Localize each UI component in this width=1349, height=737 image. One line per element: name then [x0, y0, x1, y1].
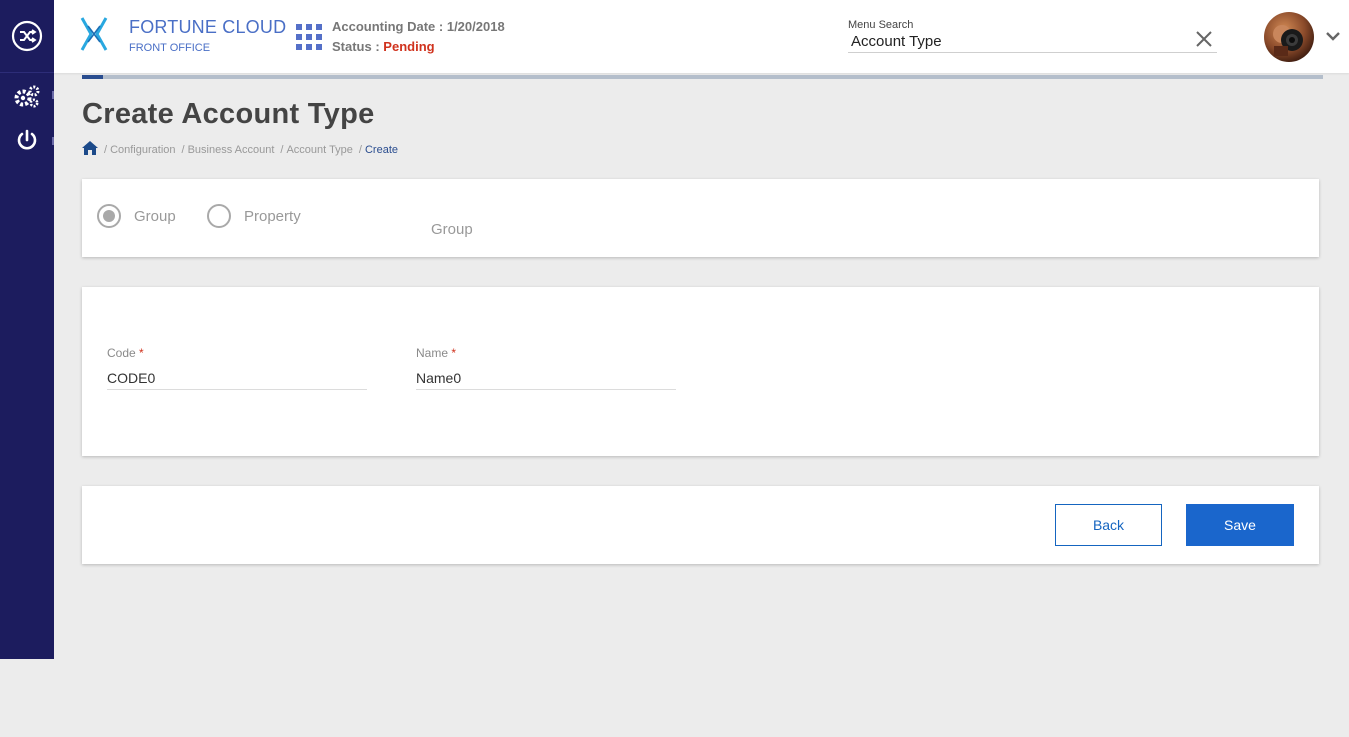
chevron-down-icon — [1326, 32, 1340, 41]
name-label-text: Name — [416, 346, 449, 360]
breadcrumb-separator: / — [104, 143, 108, 156]
radio-group-indicator — [97, 204, 121, 228]
sidebar-indicator — [52, 91, 54, 99]
user-avatar[interactable] — [1264, 12, 1314, 62]
sidebar-item-configuration[interactable] — [0, 75, 54, 117]
name-label: Name * — [416, 346, 456, 360]
required-marker: * — [451, 346, 457, 360]
accounting-date: Accounting Date : 1/20/2018 — [332, 19, 505, 34]
apps-grid-icon — [296, 24, 322, 50]
save-button[interactable]: Save — [1186, 504, 1294, 546]
gears-icon — [14, 85, 40, 108]
radio-property-label: Property — [244, 207, 301, 225]
power-icon — [17, 129, 37, 150]
sidebar-divider — [0, 72, 54, 73]
menu-search-input[interactable] — [848, 30, 1217, 53]
avatar-image — [1264, 12, 1314, 62]
actions-card: Back Save — [82, 486, 1319, 564]
type-selector-card: Group Property Group — [82, 179, 1319, 257]
home-icon — [82, 141, 98, 155]
progress-bar — [82, 75, 1323, 79]
breadcrumb-item-business-account[interactable]: Business Account — [188, 144, 275, 156]
breadcrumb: / Configuration / Business Account / Acc… — [82, 141, 398, 158]
breadcrumb-separator: / — [358, 143, 362, 156]
breadcrumb-separator: / — [181, 143, 185, 156]
breadcrumb-item-configuration[interactable]: Configuration — [110, 144, 175, 156]
radio-property[interactable]: Property — [207, 204, 301, 228]
selected-type-display: Group — [431, 221, 473, 238]
menu-search-clear-button[interactable] — [1195, 30, 1213, 48]
user-menu-toggle[interactable] — [1326, 28, 1340, 46]
shuffle-icon — [11, 20, 43, 52]
name-input[interactable] — [416, 367, 676, 390]
breadcrumb-item-account-type[interactable]: Account Type — [286, 144, 352, 156]
progress-bar-fill — [82, 75, 104, 79]
status-value: Pending — [383, 39, 435, 54]
close-icon — [1196, 31, 1212, 47]
breadcrumb-home[interactable] — [82, 141, 98, 158]
code-label: Code * — [107, 346, 144, 360]
radio-group-label: Group — [134, 207, 176, 225]
breadcrumb-separator: / — [280, 143, 284, 156]
radio-property-indicator — [207, 204, 231, 228]
sidebar — [0, 0, 54, 659]
required-marker: * — [139, 346, 144, 360]
back-button[interactable]: Back — [1055, 504, 1162, 546]
accounting-date-value: 1/20/2018 — [446, 19, 505, 34]
code-input[interactable] — [107, 367, 367, 390]
logo-icon — [80, 17, 108, 51]
code-label-text: Code — [107, 346, 136, 360]
app-logo[interactable] — [78, 14, 110, 59]
top-header: FORTUNE CLOUD FRONT OFFICE Accounting Da… — [54, 0, 1349, 73]
breadcrumb-item-create: Create — [364, 143, 399, 156]
form-card: Code * Name * — [82, 287, 1319, 456]
page-title: Create Account Type — [82, 98, 375, 130]
accounting-date-label: Accounting Date : — [332, 19, 447, 34]
brand-subtitle: FRONT OFFICE — [129, 42, 211, 54]
status-label: Status : — [332, 39, 384, 54]
apps-menu[interactable] — [296, 24, 322, 55]
sidebar-indicator — [52, 137, 54, 145]
sidebar-item-logout[interactable] — [0, 119, 54, 161]
radio-group[interactable]: Group — [97, 204, 176, 228]
sidebar-toggle[interactable] — [0, 0, 54, 72]
brand-name: FORTUNE CLOUD — [129, 17, 287, 37]
status: Status : Pending — [332, 39, 435, 54]
